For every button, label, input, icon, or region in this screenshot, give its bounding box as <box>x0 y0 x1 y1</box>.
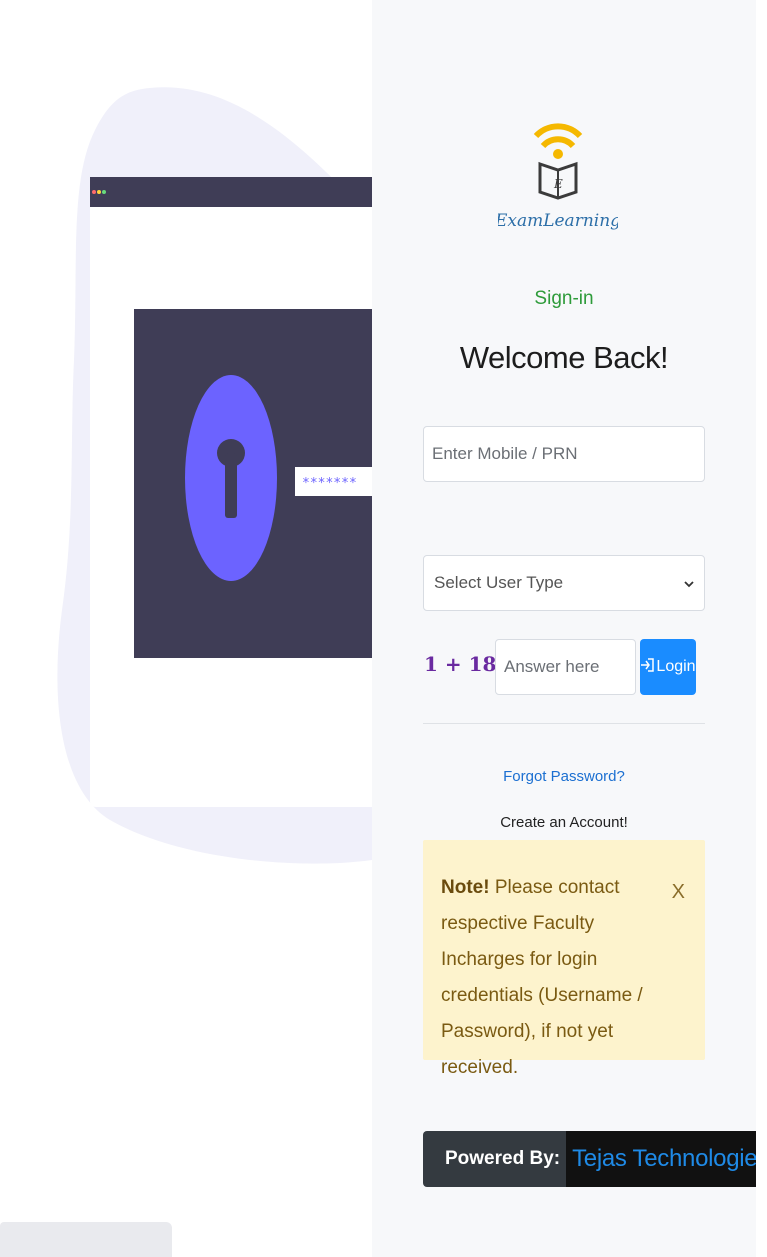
company-name: Tejas Technologies <box>566 1131 767 1187</box>
page-edge <box>756 0 767 1257</box>
signin-label: Sign-in <box>534 288 594 309</box>
bottom-tab <box>0 1222 172 1257</box>
captcha-answer-input[interactable] <box>495 639 636 695</box>
lock-screen-illustration: ******* <box>57 87 372 864</box>
login-button[interactable]: Login <box>640 639 696 695</box>
powered-by-label: Powered By: <box>445 1148 561 1169</box>
chevron-down-icon <box>684 575 694 591</box>
forgot-password-link[interactable]: Forgot Password? <box>372 768 756 785</box>
book-wifi-icon: E ExamLearning <box>494 123 621 231</box>
powered-by-footer: Powered By: Tejas Technologies <box>423 1131 767 1187</box>
login-icon <box>640 657 655 677</box>
mobile-prn-input[interactable] <box>423 426 705 482</box>
user-type-value: Select User Type <box>434 573 564 592</box>
create-account-link[interactable]: Create an Account! <box>372 814 756 831</box>
user-type-select[interactable]: Select User Type <box>423 555 705 611</box>
password-mask: ******* <box>302 476 357 491</box>
note-text: Please contact respective Faculty Inchar… <box>441 877 643 1078</box>
svg-text:E: E <box>553 177 563 191</box>
logo: E ExamLearning <box>494 96 621 246</box>
login-panel: E ExamLearning Sign-in Welcome Back! Sel… <box>372 0 767 1257</box>
welcome-heading: Welcome Back! <box>459 340 669 375</box>
divider <box>423 723 705 724</box>
login-label: Login <box>656 658 696 675</box>
login-illustration: ******* <box>0 0 372 1257</box>
close-icon[interactable]: X <box>672 874 685 910</box>
browser-titlebar <box>90 177 372 207</box>
note-alert: Note! Please contact respective Faculty … <box>423 840 705 1078</box>
logo-text: ExamLearning <box>498 211 618 231</box>
note-heading: Note! <box>441 877 490 898</box>
